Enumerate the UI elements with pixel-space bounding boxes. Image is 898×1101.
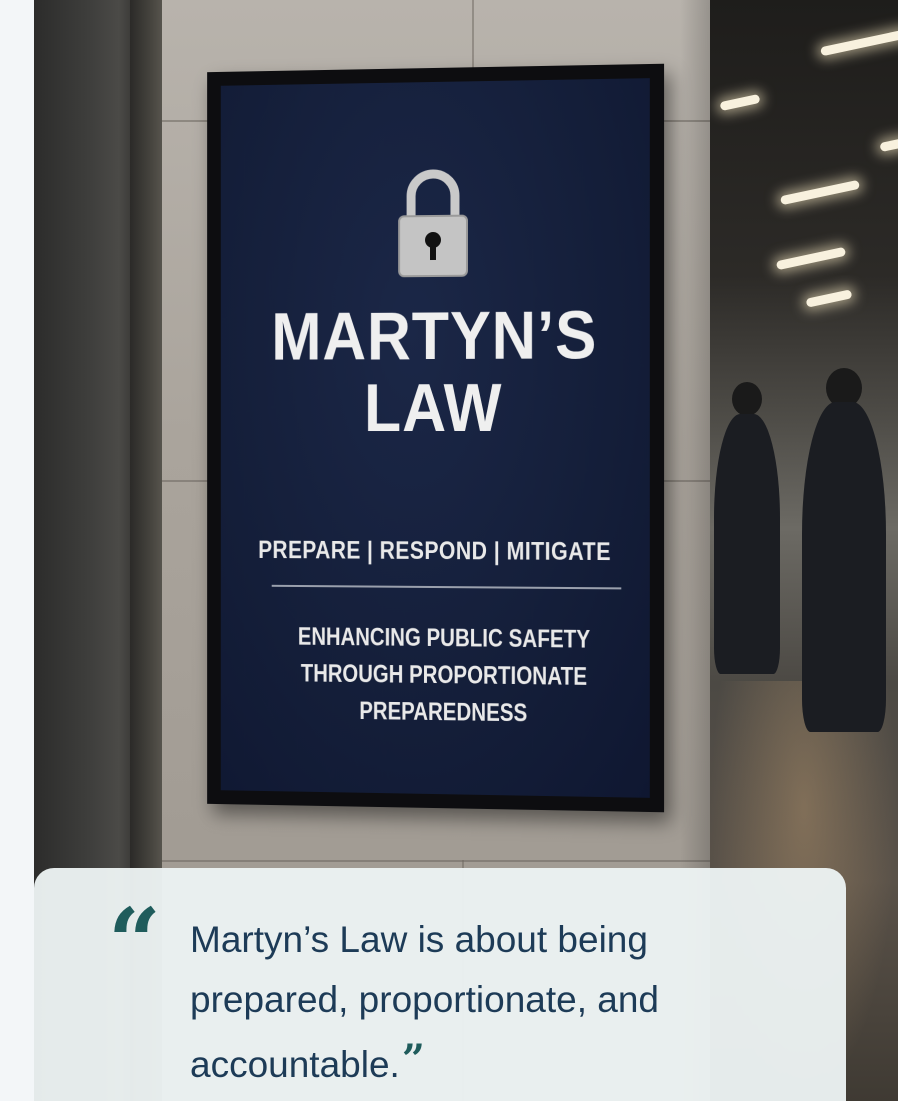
sign-title: MARTYN’S LAW: [242, 299, 628, 444]
wall-sign: MARTYN’S LAW PREPARE | RESPOND | MITIGAT…: [207, 64, 664, 813]
quote-card: “ Martyn’s Law is about being prepared, …: [34, 868, 846, 1101]
close-quote-mark: ”: [402, 1036, 425, 1083]
quote-text-block: Martyn’s Law is about being prepared, pr…: [190, 910, 810, 1095]
sign-divider: [272, 585, 622, 590]
pedestrian: [802, 402, 886, 732]
padlock-icon: [393, 159, 473, 280]
sign-subtitle: ENHANCING PUBLIC SAFETY THROUGH PROPORTI…: [293, 619, 596, 734]
pedestrian: [714, 414, 780, 674]
open-quote-mark: “: [108, 896, 161, 988]
sign-tagline: PREPARE | RESPOND | MITIGATE: [252, 536, 617, 567]
